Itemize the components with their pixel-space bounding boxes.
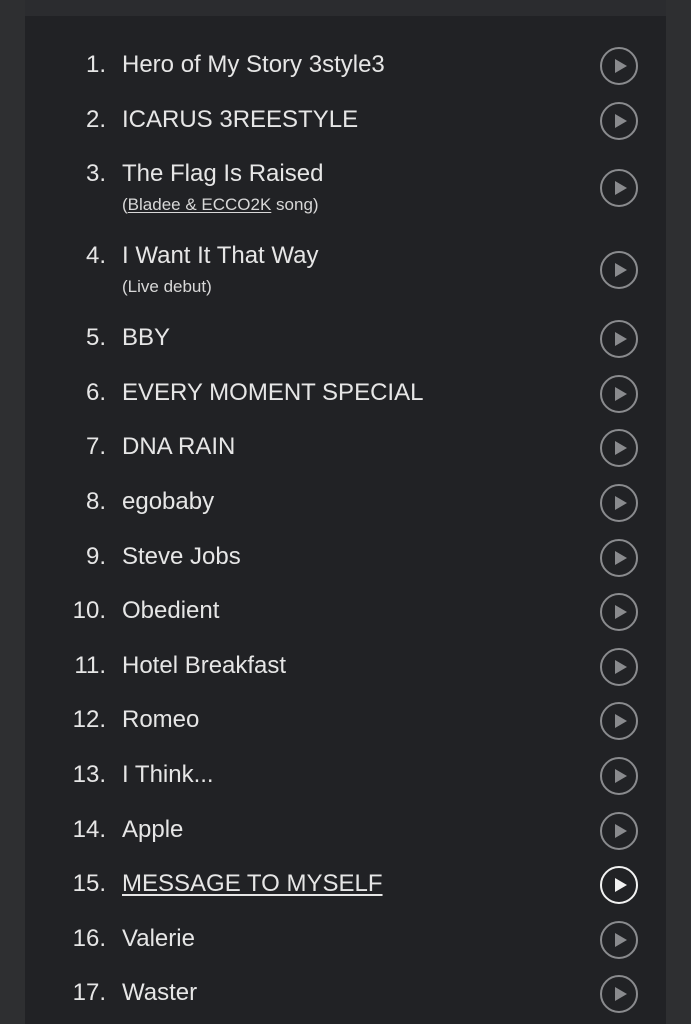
setlist-row: 12. Romeo bbox=[25, 694, 666, 749]
play-circle-icon[interactable] bbox=[600, 374, 638, 413]
setlist-row: 17. Waster bbox=[25, 967, 666, 1022]
track-title: Steve Jobs bbox=[122, 542, 241, 570]
play-circle-icon[interactable] bbox=[600, 647, 638, 686]
setlist-row: 9. Steve Jobs bbox=[25, 531, 666, 586]
track-title: Apple bbox=[122, 815, 184, 843]
panel-header-bar bbox=[25, 0, 666, 16]
track-number: 15. bbox=[72, 870, 106, 898]
setlist-row: 11. Hotel Breakfast bbox=[25, 640, 666, 695]
track-title: Obedient bbox=[122, 597, 220, 625]
track-title: I Want It That Way bbox=[122, 242, 319, 270]
setlist-row: 8. egobaby bbox=[25, 476, 666, 531]
play-triangle bbox=[615, 495, 627, 510]
track-number: 7. bbox=[85, 433, 106, 461]
track-number: 5. bbox=[85, 324, 106, 352]
setlist-row: 4. I Want It That Way (Live debut) bbox=[25, 230, 666, 312]
track-number: 16. bbox=[72, 924, 106, 952]
track-title-link[interactable]: MESSAGE TO MYSELF bbox=[122, 870, 383, 898]
play-circle-icon[interactable] bbox=[600, 320, 638, 359]
play-triangle bbox=[615, 441, 627, 456]
play-circle-icon[interactable] bbox=[600, 101, 638, 140]
track-title: DNA RAIN bbox=[122, 433, 236, 461]
artist-link[interactable]: Bladee & ECCO2K bbox=[128, 195, 272, 214]
play-triangle bbox=[615, 332, 627, 347]
play-triangle bbox=[615, 181, 627, 196]
track-number: 10. bbox=[72, 597, 106, 625]
play-circle-icon[interactable] bbox=[600, 975, 638, 1014]
track-title: Hero of My Story 3style3 bbox=[122, 51, 385, 78]
setlist-row: 14. Apple bbox=[25, 804, 666, 859]
track-number: 8. bbox=[85, 487, 106, 515]
play-circle-icon[interactable] bbox=[600, 811, 638, 850]
track-title: BBY bbox=[122, 324, 171, 352]
track-title: egobaby bbox=[122, 487, 215, 515]
play-circle-icon[interactable] bbox=[600, 756, 638, 795]
play-triangle bbox=[615, 386, 627, 401]
track-title: Hotel Breakfast bbox=[122, 651, 287, 679]
track-number: 17. bbox=[72, 979, 106, 1007]
play-triangle bbox=[615, 659, 627, 674]
play-circle-icon[interactable] bbox=[600, 47, 638, 85]
setlist-row: 5. BBY bbox=[25, 312, 666, 367]
setlist-panel: 1. Hero of My Story 3style3 2. ICARUS 3R… bbox=[25, 0, 666, 1024]
track-number: 14. bbox=[72, 815, 106, 843]
setlist-row: 6. EVERY MOMENT SPECIAL bbox=[25, 367, 666, 422]
note-close: song) bbox=[271, 195, 319, 215]
play-triangle bbox=[615, 987, 627, 1002]
play-triangle bbox=[615, 59, 627, 73]
track-number: 3. bbox=[85, 160, 106, 188]
play-triangle bbox=[615, 878, 627, 893]
track-title: Valerie bbox=[122, 924, 195, 952]
setlist-row: 16. Valerie bbox=[25, 913, 666, 968]
play-triangle bbox=[615, 263, 627, 278]
track-title: I Think... bbox=[122, 760, 214, 788]
play-triangle bbox=[615, 768, 627, 783]
track-number: 13. bbox=[72, 760, 106, 788]
track-title: EVERY MOMENT SPECIAL bbox=[122, 378, 424, 406]
play-circle-icon[interactable] bbox=[600, 251, 638, 290]
play-circle-icon[interactable] bbox=[600, 593, 638, 632]
setlist-row: 1. Hero of My Story 3style3 bbox=[25, 39, 666, 94]
play-triangle bbox=[615, 714, 627, 729]
track-number: 2. bbox=[85, 105, 106, 133]
track-title: Waster bbox=[122, 979, 198, 1007]
setlist-row: 2. ICARUS 3REESTYLE bbox=[25, 94, 666, 149]
setlist-row: 10. Obedient bbox=[25, 585, 666, 640]
play-circle-icon[interactable] bbox=[600, 920, 638, 959]
track-number: 12. bbox=[72, 706, 106, 734]
track-title: The Flag Is Raised bbox=[122, 160, 324, 188]
play-circle-icon[interactable] bbox=[600, 538, 638, 577]
setlist-row: 3. The Flag Is Raised (Bladee & ECCO2K s… bbox=[25, 148, 666, 230]
track-note: (Live debut) bbox=[122, 277, 212, 297]
track-note: (Bladee & ECCO2K song) bbox=[122, 195, 319, 215]
setlist-row: 13. I Think... bbox=[25, 749, 666, 804]
setlist-row: 15. MESSAGE TO MYSELF bbox=[25, 858, 666, 913]
track-number: 9. bbox=[85, 542, 106, 570]
track-title: ICARUS 3REESTYLE bbox=[122, 105, 359, 133]
play-circle-icon[interactable] bbox=[600, 429, 638, 468]
play-triangle bbox=[615, 932, 627, 947]
setlist: 1. Hero of My Story 3style3 2. ICARUS 3R… bbox=[25, 39, 666, 1022]
play-circle-icon[interactable] bbox=[600, 169, 638, 208]
play-circle-icon[interactable] bbox=[600, 866, 638, 905]
track-number: 11. bbox=[74, 651, 106, 679]
track-number: 1. bbox=[85, 51, 106, 78]
track-number: 6. bbox=[85, 378, 106, 406]
play-circle-icon[interactable] bbox=[600, 483, 638, 522]
track-number: 4. bbox=[85, 242, 106, 270]
play-triangle bbox=[615, 550, 627, 565]
setlist-row: 7. DNA RAIN bbox=[25, 421, 666, 476]
play-triangle bbox=[615, 113, 627, 128]
play-triangle bbox=[615, 823, 627, 838]
track-title: Romeo bbox=[122, 706, 200, 734]
play-circle-icon[interactable] bbox=[600, 702, 638, 741]
play-triangle bbox=[615, 605, 627, 620]
screen: 1. Hero of My Story 3style3 2. ICARUS 3R… bbox=[0, 0, 691, 1024]
